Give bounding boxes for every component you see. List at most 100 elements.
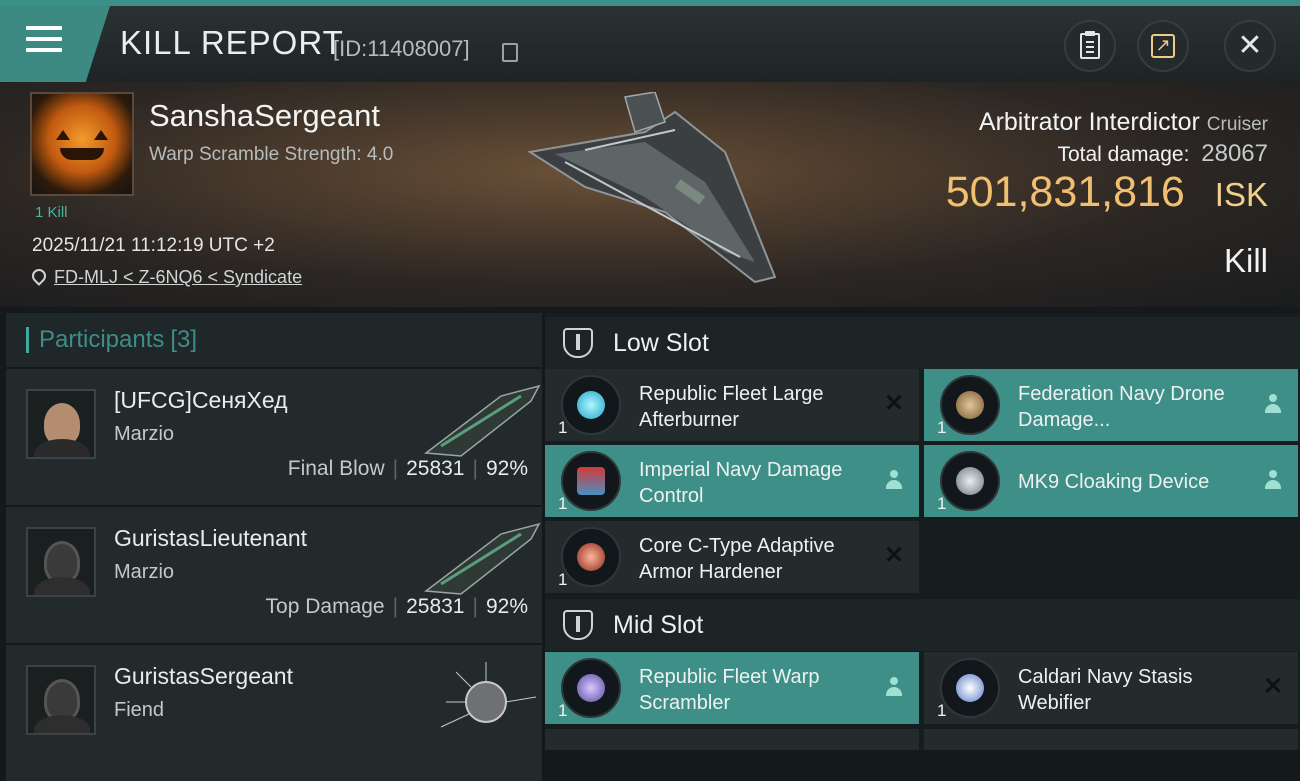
person-icon xyxy=(1264,394,1282,414)
clipboard-icon xyxy=(1080,31,1100,59)
menu-icon xyxy=(26,26,62,56)
share-button[interactable]: ↗ xyxy=(1137,20,1189,72)
warp-scrambler-icon xyxy=(561,658,621,718)
mid-slot-icon xyxy=(563,610,593,640)
total-damage: Total damage: 28067 xyxy=(1057,140,1268,168)
participants-panel: Participants [3] [UFCG]СеняХед Marzio Fi… xyxy=(6,313,542,781)
module-quantity: 1 xyxy=(558,701,568,720)
module-name: Imperial Navy Damage Control xyxy=(639,459,843,507)
participants-count: [3] xyxy=(170,326,198,353)
participant-ship-icon xyxy=(440,662,537,728)
module-name: Federation Navy Drone Damage... xyxy=(1018,383,1225,431)
module-item-partial[interactable] xyxy=(924,729,1298,750)
avatar xyxy=(26,665,96,735)
avatar xyxy=(26,527,96,597)
victim-name[interactable]: SanshaSergeant xyxy=(149,98,380,134)
ship-name[interactable]: Arbitrator Interdictor Cruiser xyxy=(979,108,1268,137)
isk-unit: ISK xyxy=(1214,176,1268,213)
report-id: [ID:11408007] xyxy=(333,36,470,61)
dropped-status xyxy=(1260,467,1286,493)
participant-name: GuristasSergeant xyxy=(114,663,293,689)
person-icon xyxy=(885,677,903,697)
destroyed-status: ✕ xyxy=(881,391,907,417)
victim-ship-image xyxy=(527,92,777,284)
location-link[interactable]: FD-MLJ < Z-6NQ6 < Syndicate xyxy=(54,267,302,288)
damage-control-icon xyxy=(561,451,621,511)
victim-portrait[interactable] xyxy=(30,92,134,196)
participant-corp: Marzio xyxy=(114,423,175,445)
module-item[interactable]: 1 Core C-Type Adaptive Armor Hardener ✕ xyxy=(545,521,919,593)
destroyed-x-icon: ✕ xyxy=(883,390,905,417)
participants-header[interactable]: Participants [3] xyxy=(6,313,542,367)
module-item[interactable]: 1 Caldari Navy Stasis Webifier ✕ xyxy=(924,652,1298,724)
module-quantity: 1 xyxy=(937,418,947,437)
participant-row[interactable]: GuristasSergeant Fiend xyxy=(6,645,542,781)
destroyed-x-icon: ✕ xyxy=(1262,673,1284,700)
stasis-webifier-icon xyxy=(940,658,1000,718)
module-quantity: 1 xyxy=(558,494,568,513)
ship-type-name: Arbitrator Interdictor xyxy=(978,108,1200,136)
participant-role: Top Damage xyxy=(265,595,385,618)
module-item[interactable]: 1 Republic Fleet Warp Scrambler xyxy=(545,652,919,724)
copy-icon[interactable] xyxy=(502,43,518,62)
kill-count: 1 Kill xyxy=(35,204,68,221)
participant-ship-icon xyxy=(423,384,541,457)
share-icon: ↗ xyxy=(1151,34,1175,58)
total-damage-label: Total damage: xyxy=(1057,143,1190,166)
dropped-status xyxy=(881,674,907,700)
isk-amount: 501,831,816 xyxy=(945,168,1185,216)
fitting-panel: Low Slot 1 Republic Fleet Large Afterbur… xyxy=(545,313,1300,750)
total-damage-value: 28067 xyxy=(1201,140,1268,167)
module-quantity: 1 xyxy=(937,701,947,720)
kill-datetime: 2025/11/21 11:12:19 UTC +2 xyxy=(32,235,275,256)
participant-role: Final Blow xyxy=(287,457,385,480)
cloaking-device-icon xyxy=(940,451,1000,511)
close-icon: ✕ xyxy=(1237,29,1263,62)
participant-corp: Marzio xyxy=(114,561,175,583)
mid-slot-header: Mid Slot xyxy=(545,599,1300,651)
dropped-status xyxy=(1260,391,1286,417)
module-quantity: 1 xyxy=(558,570,568,589)
drone-damage-icon xyxy=(940,375,1000,435)
pumpkin-icon xyxy=(50,124,114,164)
participant-row[interactable]: GuristasLieutenant Marzio Top Damage | 258… xyxy=(6,507,542,643)
module-name: Republic Fleet Warp Scrambler xyxy=(639,666,820,714)
clipboard-button[interactable] xyxy=(1064,20,1116,72)
participant-name: GuristasLieutenant xyxy=(114,525,308,551)
module-name: MK9 Cloaking Device xyxy=(1018,471,1210,493)
module-quantity: 1 xyxy=(937,494,947,513)
mid-slot-label: Mid Slot xyxy=(613,610,704,639)
participant-corp: Fiend xyxy=(114,699,165,721)
victim-banner: SanshaSergeant Warp Scramble Strength: 4… xyxy=(0,82,1300,307)
participants-accent-bar xyxy=(26,327,29,353)
participant-name: [UFCG]СеняХед xyxy=(114,387,288,413)
low-slot-label: Low Slot xyxy=(613,328,709,357)
armor-hardener-icon xyxy=(561,527,621,587)
destroyed-status: ✕ xyxy=(881,543,907,569)
kill-report-header: KILL REPORT [ID:11408007] ↗ ✕ xyxy=(0,0,1300,82)
participants-title: Participants xyxy=(39,326,165,353)
module-item[interactable]: 1 Republic Fleet Large Afterburner ✕ xyxy=(545,369,919,441)
destroyed-status: ✕ xyxy=(1260,674,1286,700)
destroyed-x-icon: ✕ xyxy=(883,542,905,569)
participant-row[interactable]: [UFCG]СеняХед Marzio Final Blow | 25831 | 92… xyxy=(6,369,542,505)
avatar xyxy=(26,389,96,459)
module-name: Core C-Type Adaptive Armor Hardener xyxy=(639,535,835,583)
warp-scramble-strength: Warp Scramble Strength: 4.0 xyxy=(149,144,394,165)
module-item[interactable]: 1 Imperial Navy Damage Control xyxy=(545,445,919,517)
page-title: KILL REPORT xyxy=(120,24,344,61)
module-item[interactable]: 1 Federation Navy Drone Damage... xyxy=(924,369,1298,441)
module-item[interactable]: 1 MK9 Cloaking Device xyxy=(924,445,1298,517)
low-slot-icon xyxy=(563,328,593,358)
module-quantity: 1 xyxy=(558,418,568,437)
afterburner-icon xyxy=(561,375,621,435)
person-icon xyxy=(885,470,903,490)
module-name: Caldari Navy Stasis Webifier xyxy=(1018,666,1193,714)
isk-value: 501,831,816 ISK xyxy=(946,168,1268,217)
ship-class: Cruiser xyxy=(1206,114,1268,135)
close-button[interactable]: ✕ xyxy=(1224,20,1276,72)
kill-status: Kill xyxy=(1223,242,1268,279)
menu-button[interactable] xyxy=(0,6,110,82)
participant-ship-icon xyxy=(423,522,541,595)
module-item-partial[interactable] xyxy=(545,729,919,750)
